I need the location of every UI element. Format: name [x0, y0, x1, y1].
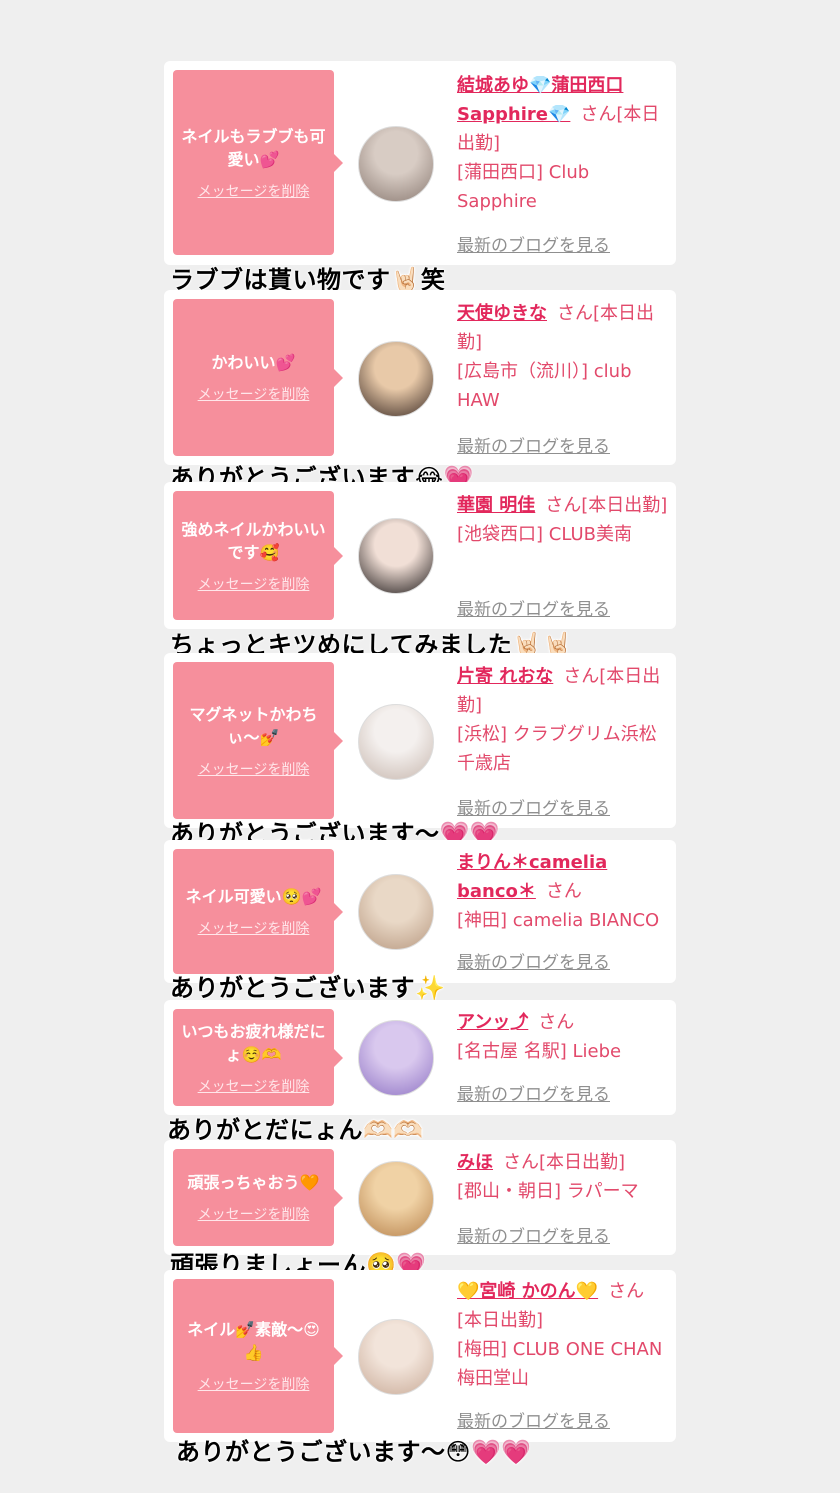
- cast-info: 天使ゆきな さん[本日出勤] [広島市（流川）] club HAW: [457, 299, 669, 415]
- status-text: [本日出勤]: [581, 495, 668, 516]
- cast-name-link[interactable]: まりん＊camelia banco＊: [457, 852, 607, 902]
- latest-blog-link[interactable]: 最新のブログを見る: [457, 1222, 610, 1247]
- avatar[interactable]: [358, 874, 434, 950]
- shop-text: [浜松] クラブグリム浜松千歳店: [457, 724, 657, 774]
- delete-message-link[interactable]: メッセージを削除: [198, 918, 310, 938]
- message-card: 頑張っちゃおう🧡 メッセージを削除 みほ さん[本日出勤] [郡山・朝日] ラパー…: [164, 1140, 676, 1255]
- avatar[interactable]: [358, 1161, 434, 1237]
- honorific: さん: [557, 303, 593, 324]
- message-bubble: いつもお疲れ様だにょ☺️🫶 メッセージを削除: [173, 1009, 343, 1106]
- caption-text: ありがとうございます✨: [170, 974, 446, 1002]
- cast-info: アンッ⤴︎ さん [名古屋 名駅] Liebe: [457, 1008, 669, 1066]
- honorific: さん: [545, 495, 582, 516]
- delete-message-link[interactable]: メッセージを削除: [198, 181, 310, 201]
- delete-message-link[interactable]: メッセージを削除: [198, 759, 310, 779]
- avatar[interactable]: [358, 518, 434, 594]
- cast-name-link[interactable]: 片寄 れおな: [457, 666, 553, 687]
- message-card: いつもお疲れ様だにょ☺️🫶 メッセージを削除 アンッ⤴︎ さん [名古屋 名駅] …: [164, 1000, 676, 1115]
- honorific: さん: [538, 1012, 575, 1033]
- message-bubble: かわいい💕 メッセージを削除: [173, 299, 343, 456]
- message-text: マグネットかわちぃ〜💅: [189, 704, 318, 747]
- message-bubble: ネイル可愛い🥺💕 メッセージを削除: [173, 849, 343, 974]
- message-card: ネイル💅素敵〜😍👍 メッセージを削除 💛宮崎 かのん💛 さん [本日出勤] [梅田]…: [164, 1270, 676, 1442]
- honorific: さん: [580, 104, 617, 125]
- cast-info: みほ さん[本日出勤] [郡山・朝日] ラパーマ: [457, 1148, 669, 1206]
- message-bubble: 強めネイルかわいいです🥰 メッセージを削除: [173, 491, 343, 620]
- message-text: いつもお疲れ様だにょ☺️🫶: [181, 1021, 326, 1064]
- shop-text: [郡山・朝日] ラパーマ: [457, 1181, 639, 1202]
- latest-blog-link[interactable]: 最新のブログを見る: [457, 1407, 610, 1432]
- delete-message-link[interactable]: メッセージを削除: [198, 384, 310, 404]
- status-text: [本日出勤]: [457, 1310, 544, 1331]
- cast-name-link[interactable]: アンッ⤴︎: [457, 1012, 528, 1033]
- avatar[interactable]: [358, 704, 434, 780]
- message-text: ネイル💅素敵〜😍👍: [187, 1320, 320, 1362]
- shop-text: [広島市（流川）] club HAW: [457, 361, 632, 411]
- honorific: さん: [608, 1281, 645, 1302]
- shop-text: [名古屋 名駅] Liebe: [457, 1041, 622, 1062]
- cast-name-link[interactable]: 💛宮崎 かのん💛: [457, 1281, 598, 1302]
- message-text: ネイルもラブブも可愛い💕: [181, 126, 326, 169]
- latest-blog-link[interactable]: 最新のブログを見る: [457, 432, 610, 457]
- caption-text: ありがとうございます〜😳💗💗: [176, 1438, 532, 1466]
- latest-blog-link[interactable]: 最新のブログを見る: [457, 231, 610, 256]
- shop-text: [蒲田西口] Club Sapphire: [457, 162, 590, 212]
- message-card: マグネットかわちぃ〜💅 メッセージを削除 片寄 れおな さん[本日出勤] [浜松]…: [164, 653, 676, 828]
- shop-text: [梅田] CLUB ONE CHAN 梅田堂山: [457, 1339, 663, 1389]
- delete-message-link[interactable]: メッセージを削除: [198, 1374, 310, 1394]
- message-bubble: マグネットかわちぃ〜💅 メッセージを削除: [173, 662, 343, 819]
- message-bubble: ネイルもラブブも可愛い💕 メッセージを削除: [173, 70, 343, 255]
- message-text: ネイル可愛い🥺💕: [185, 887, 322, 906]
- cast-info: 結城あゆ💎蒲田西口Sapphire💎 さん[本日出勤] [蒲田西口] Club S…: [457, 71, 669, 216]
- cast-info: 片寄 れおな さん[本日出勤] [浜松] クラブグリム浜松千歳店: [457, 662, 669, 778]
- cast-name-link[interactable]: 天使ゆきな: [457, 303, 547, 324]
- latest-blog-link[interactable]: 最新のブログを見る: [457, 595, 610, 620]
- message-text: かわいい💕: [211, 353, 296, 372]
- delete-message-link[interactable]: メッセージを削除: [198, 1076, 310, 1096]
- shop-text: [神田] camelia BIANCO: [457, 910, 660, 931]
- message-card: ネイルもラブブも可愛い💕 メッセージを削除 結城あゆ💎蒲田西口Sapphire💎…: [164, 61, 676, 265]
- shop-text: [池袋西口] CLUB美南: [457, 524, 632, 545]
- status-text: [本日出勤]: [539, 1152, 626, 1173]
- delete-message-link[interactable]: メッセージを削除: [198, 1204, 310, 1224]
- message-card: 強めネイルかわいいです🥰 メッセージを削除 華園 明佳 さん[本日出勤] [池袋西…: [164, 482, 676, 629]
- avatar[interactable]: [358, 126, 434, 202]
- cast-info: まりん＊camelia banco＊ さん [神田] camelia BIANCO: [457, 848, 669, 935]
- cast-name-link[interactable]: 華園 明佳: [457, 495, 535, 516]
- honorific: さん: [563, 666, 600, 687]
- delete-message-link[interactable]: メッセージを削除: [198, 574, 310, 594]
- message-bubble: 頑張っちゃおう🧡 メッセージを削除: [173, 1149, 343, 1246]
- message-bubble: ネイル💅素敵〜😍👍 メッセージを削除: [173, 1279, 343, 1433]
- cast-info: 💛宮崎 かのん💛 さん [本日出勤] [梅田] CLUB ONE CHAN 梅田堂山: [457, 1277, 669, 1393]
- honorific: さん: [545, 881, 582, 902]
- avatar[interactable]: [358, 1319, 434, 1395]
- message-card: かわいい💕 メッセージを削除 天使ゆきな さん[本日出勤] [広島市（流川）] c…: [164, 290, 676, 465]
- message-text: 頑張っちゃおう🧡: [187, 1173, 320, 1192]
- message-card: ネイル可愛い🥺💕 メッセージを削除 まりん＊camelia banco＊ さん […: [164, 840, 676, 983]
- cast-name-link[interactable]: みほ: [457, 1152, 493, 1173]
- latest-blog-link[interactable]: 最新のブログを見る: [457, 1080, 610, 1105]
- message-text: 強めネイルかわいいです🥰: [181, 519, 326, 562]
- avatar[interactable]: [358, 1020, 434, 1096]
- avatar[interactable]: [358, 341, 434, 417]
- cast-info: 華園 明佳 さん[本日出勤] [池袋西口] CLUB美南: [457, 491, 669, 549]
- honorific: さん: [503, 1152, 539, 1173]
- latest-blog-link[interactable]: 最新のブログを見る: [457, 948, 610, 973]
